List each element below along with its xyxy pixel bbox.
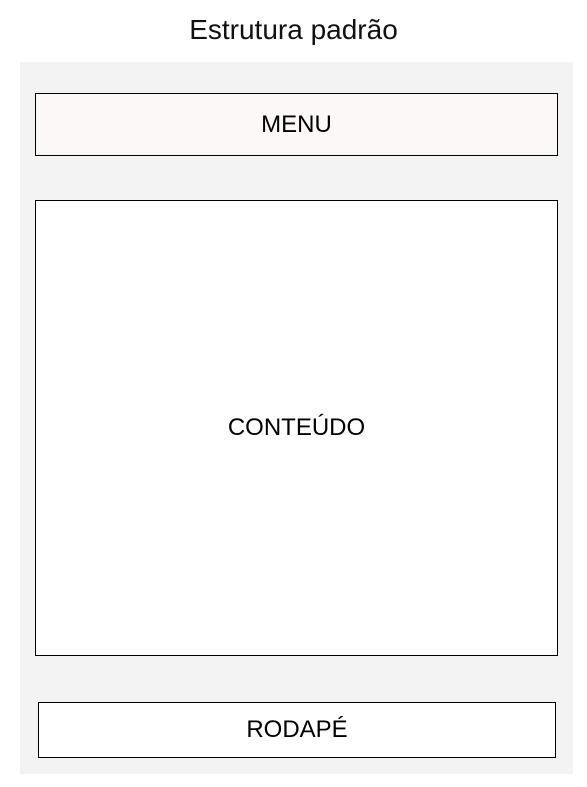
content-block: CONTEÚDO [35,200,558,656]
footer-label: RODAPÉ [246,716,348,743]
menu-label: MENU [261,110,332,138]
menu-block: MENU [35,93,558,156]
content-label: CONTEÚDO [227,414,366,441]
layout-frame: MENU CONTEÚDO RODAPÉ [20,62,573,774]
diagram-title: Estrutura padrão [189,14,398,45]
footer-block: RODAPÉ [38,702,556,758]
